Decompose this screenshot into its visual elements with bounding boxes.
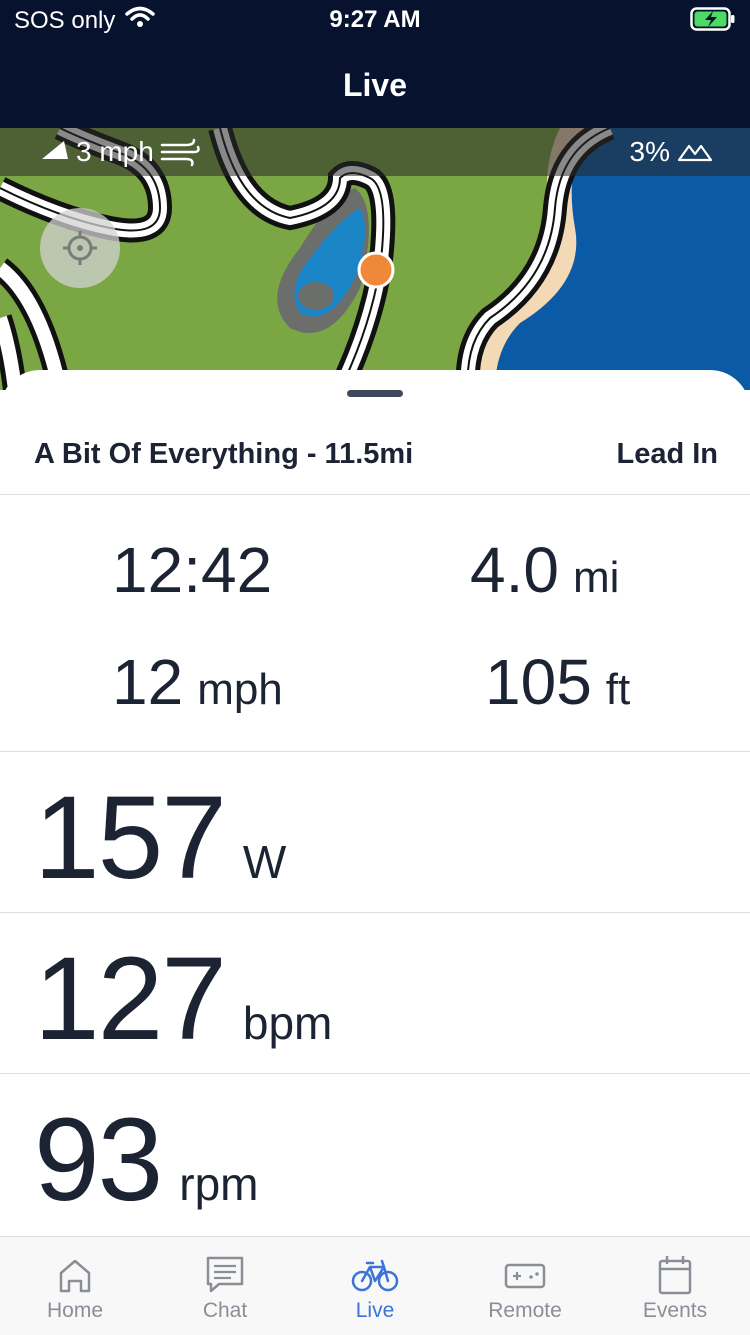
- route-name: A Bit Of Everything - 11.5mi: [34, 438, 414, 470]
- tab-home[interactable]: Home: [0, 1237, 150, 1335]
- rider-marker: [357, 251, 395, 289]
- wind-direction-icon: [40, 139, 70, 165]
- speed-value: 12: [112, 646, 184, 718]
- elevation-stat: 105 ft: [485, 645, 630, 719]
- elevation-unit: ft: [605, 665, 631, 714]
- nav-header: Live: [0, 42, 750, 128]
- power-unit: W: [242, 836, 287, 888]
- heart-rate-row: 127 bpm: [0, 913, 750, 1074]
- battery-icon: [690, 6, 736, 37]
- distance-unit: mi: [572, 553, 620, 602]
- ride-stats-sheet: A Bit Of Everything - 11.5mi Lead In 12:…: [0, 370, 750, 1236]
- route-header: A Bit Of Everything - 11.5mi Lead In: [0, 428, 750, 495]
- distance-value: 4.0: [470, 534, 559, 606]
- cadence-value: 93: [34, 1094, 163, 1226]
- stats-grid: 12:42 4.0 mi 12 mph 105 ft: [0, 495, 750, 752]
- power-row: 157 W: [0, 752, 750, 913]
- tab-chat-label: Chat: [202, 1299, 248, 1322]
- route-map[interactable]: 3 mph 3%: [0, 128, 750, 390]
- tab-live-label: Live: [355, 1299, 395, 1322]
- tab-remote-label: Remote: [488, 1299, 562, 1322]
- crosshair-icon: [62, 230, 98, 266]
- status-bar: SOS only 9:27 AM: [0, 0, 750, 42]
- grade-value: 3%: [629, 136, 670, 167]
- status-time: 9:27 AM: [329, 6, 421, 33]
- distance-stat: 4.0 mi: [470, 533, 619, 607]
- sheet-drag-handle[interactable]: [347, 390, 403, 397]
- heart-rate-unit: bpm: [242, 997, 333, 1049]
- wind-speed: 3 mph: [76, 136, 154, 167]
- gamepad-icon: [501, 1255, 549, 1295]
- tab-chat[interactable]: Chat: [150, 1237, 300, 1335]
- tab-live[interactable]: Live: [300, 1237, 450, 1335]
- map-info-bar: 3 mph 3%: [0, 128, 750, 176]
- speed-unit: mph: [197, 665, 283, 714]
- wind-icon: [160, 137, 200, 167]
- cadence-unit: rpm: [179, 1158, 259, 1210]
- home-icon: [51, 1255, 99, 1295]
- grade-info: 3%: [630, 136, 712, 168]
- heart-rate-value: 127: [34, 933, 227, 1065]
- wind-info: 3 mph: [40, 136, 200, 168]
- mountain-icon: [678, 142, 712, 162]
- elevation-value: 105: [485, 646, 592, 718]
- tab-home-label: Home: [46, 1299, 104, 1322]
- tab-bar: Home Chat Live Remote Events: [0, 1236, 750, 1335]
- bike-icon: [351, 1255, 399, 1295]
- calendar-icon: [651, 1255, 699, 1295]
- chat-icon: [201, 1255, 249, 1295]
- tab-remote[interactable]: Remote: [450, 1237, 600, 1335]
- elapsed-time-stat: 12:42: [112, 533, 272, 607]
- cadence-row: 93 rpm: [0, 1074, 750, 1234]
- elapsed-time-value: 12:42: [112, 534, 273, 606]
- page-title: Live: [342, 67, 408, 103]
- tab-events-label: Events: [642, 1299, 708, 1322]
- speed-stat: 12 mph: [112, 645, 283, 719]
- power-value: 157: [34, 772, 227, 904]
- route-segment: Lead In: [616, 438, 718, 470]
- locate-button[interactable]: [40, 208, 120, 288]
- tab-events[interactable]: Events: [600, 1237, 750, 1335]
